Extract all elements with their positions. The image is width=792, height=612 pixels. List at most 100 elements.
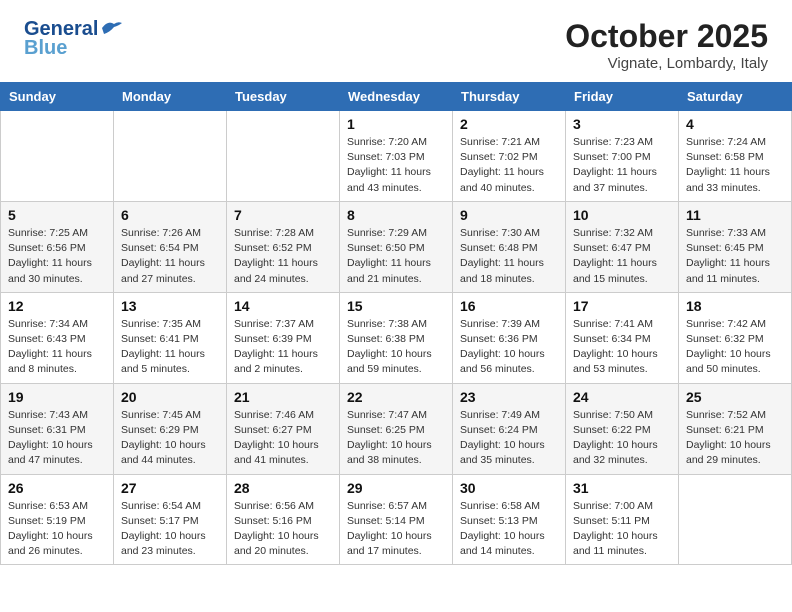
day-number: 28 xyxy=(234,480,332,496)
table-row xyxy=(1,111,114,202)
col-saturday: Saturday xyxy=(679,83,792,111)
cell-info: Sunrise: 7:52 AM Sunset: 6:21 PM Dayligh… xyxy=(686,408,784,469)
cell-info: Sunrise: 6:58 AM Sunset: 5:13 PM Dayligh… xyxy=(460,499,558,560)
day-number: 3 xyxy=(573,116,671,132)
day-number: 18 xyxy=(686,298,784,314)
cell-info: Sunrise: 7:33 AM Sunset: 6:45 PM Dayligh… xyxy=(686,226,784,287)
table-row: 2 Sunrise: 7:21 AM Sunset: 7:02 PM Dayli… xyxy=(453,111,566,202)
table-row: 12 Sunrise: 7:34 AM Sunset: 6:43 PM Dayl… xyxy=(1,292,114,383)
calendar-week-row: 5 Sunrise: 7:25 AM Sunset: 6:56 PM Dayli… xyxy=(1,201,792,292)
table-row: 25 Sunrise: 7:52 AM Sunset: 6:21 PM Dayl… xyxy=(679,383,792,474)
cell-info: Sunrise: 7:42 AM Sunset: 6:32 PM Dayligh… xyxy=(686,317,784,378)
table-row xyxy=(227,111,340,202)
day-number: 26 xyxy=(8,480,106,496)
table-row: 13 Sunrise: 7:35 AM Sunset: 6:41 PM Dayl… xyxy=(114,292,227,383)
cell-info: Sunrise: 7:21 AM Sunset: 7:02 PM Dayligh… xyxy=(460,135,558,196)
table-row: 15 Sunrise: 7:38 AM Sunset: 6:38 PM Dayl… xyxy=(340,292,453,383)
day-number: 25 xyxy=(686,389,784,405)
day-number: 14 xyxy=(234,298,332,314)
col-sunday: Sunday xyxy=(1,83,114,111)
logo-bird-icon xyxy=(100,20,122,36)
cell-info: Sunrise: 7:41 AM Sunset: 6:34 PM Dayligh… xyxy=(573,317,671,378)
calendar-week-row: 19 Sunrise: 7:43 AM Sunset: 6:31 PM Dayl… xyxy=(1,383,792,474)
cell-info: Sunrise: 6:56 AM Sunset: 5:16 PM Dayligh… xyxy=(234,499,332,560)
day-number: 1 xyxy=(347,116,445,132)
header-row: Sunday Monday Tuesday Wednesday Thursday… xyxy=(1,83,792,111)
cell-info: Sunrise: 7:37 AM Sunset: 6:39 PM Dayligh… xyxy=(234,317,332,378)
table-row: 9 Sunrise: 7:30 AM Sunset: 6:48 PM Dayli… xyxy=(453,201,566,292)
cell-info: Sunrise: 7:49 AM Sunset: 6:24 PM Dayligh… xyxy=(460,408,558,469)
col-thursday: Thursday xyxy=(453,83,566,111)
day-number: 19 xyxy=(8,389,106,405)
month-title: October 2025 xyxy=(565,18,768,55)
day-number: 22 xyxy=(347,389,445,405)
cell-info: Sunrise: 7:28 AM Sunset: 6:52 PM Dayligh… xyxy=(234,226,332,287)
cell-info: Sunrise: 7:23 AM Sunset: 7:00 PM Dayligh… xyxy=(573,135,671,196)
cell-info: Sunrise: 7:43 AM Sunset: 6:31 PM Dayligh… xyxy=(8,408,106,469)
title-block: October 2025 Vignate, Lombardy, Italy xyxy=(565,18,768,72)
cell-info: Sunrise: 7:38 AM Sunset: 6:38 PM Dayligh… xyxy=(347,317,445,378)
cell-info: Sunrise: 7:34 AM Sunset: 6:43 PM Dayligh… xyxy=(8,317,106,378)
day-number: 8 xyxy=(347,207,445,223)
cell-info: Sunrise: 6:53 AM Sunset: 5:19 PM Dayligh… xyxy=(8,499,106,560)
day-number: 15 xyxy=(347,298,445,314)
table-row: 3 Sunrise: 7:23 AM Sunset: 7:00 PM Dayli… xyxy=(566,111,679,202)
day-number: 23 xyxy=(460,389,558,405)
calendar-table: Sunday Monday Tuesday Wednesday Thursday… xyxy=(0,82,792,565)
table-row: 18 Sunrise: 7:42 AM Sunset: 6:32 PM Dayl… xyxy=(679,292,792,383)
col-friday: Friday xyxy=(566,83,679,111)
cell-info: Sunrise: 7:50 AM Sunset: 6:22 PM Dayligh… xyxy=(573,408,671,469)
table-row: 6 Sunrise: 7:26 AM Sunset: 6:54 PM Dayli… xyxy=(114,201,227,292)
table-row: 7 Sunrise: 7:28 AM Sunset: 6:52 PM Dayli… xyxy=(227,201,340,292)
table-row: 17 Sunrise: 7:41 AM Sunset: 6:34 PM Dayl… xyxy=(566,292,679,383)
col-monday: Monday xyxy=(114,83,227,111)
cell-info: Sunrise: 6:54 AM Sunset: 5:17 PM Dayligh… xyxy=(121,499,219,560)
cell-info: Sunrise: 6:57 AM Sunset: 5:14 PM Dayligh… xyxy=(347,499,445,560)
cell-info: Sunrise: 7:47 AM Sunset: 6:25 PM Dayligh… xyxy=(347,408,445,469)
table-row: 20 Sunrise: 7:45 AM Sunset: 6:29 PM Dayl… xyxy=(114,383,227,474)
table-row: 11 Sunrise: 7:33 AM Sunset: 6:45 PM Dayl… xyxy=(679,201,792,292)
table-row xyxy=(679,474,792,565)
day-number: 4 xyxy=(686,116,784,132)
calendar-week-row: 1 Sunrise: 7:20 AM Sunset: 7:03 PM Dayli… xyxy=(1,111,792,202)
logo-blue: Blue xyxy=(24,37,67,60)
cell-info: Sunrise: 7:24 AM Sunset: 6:58 PM Dayligh… xyxy=(686,135,784,196)
cell-info: Sunrise: 7:00 AM Sunset: 5:11 PM Dayligh… xyxy=(573,499,671,560)
table-row: 24 Sunrise: 7:50 AM Sunset: 6:22 PM Dayl… xyxy=(566,383,679,474)
day-number: 9 xyxy=(460,207,558,223)
calendar-header: Sunday Monday Tuesday Wednesday Thursday… xyxy=(1,83,792,111)
table-row: 14 Sunrise: 7:37 AM Sunset: 6:39 PM Dayl… xyxy=(227,292,340,383)
cell-info: Sunrise: 7:25 AM Sunset: 6:56 PM Dayligh… xyxy=(8,226,106,287)
day-number: 30 xyxy=(460,480,558,496)
day-number: 7 xyxy=(234,207,332,223)
cell-info: Sunrise: 7:46 AM Sunset: 6:27 PM Dayligh… xyxy=(234,408,332,469)
cell-info: Sunrise: 7:20 AM Sunset: 7:03 PM Dayligh… xyxy=(347,135,445,196)
table-row: 29 Sunrise: 6:57 AM Sunset: 5:14 PM Dayl… xyxy=(340,474,453,565)
table-row: 10 Sunrise: 7:32 AM Sunset: 6:47 PM Dayl… xyxy=(566,201,679,292)
cell-info: Sunrise: 7:35 AM Sunset: 6:41 PM Dayligh… xyxy=(121,317,219,378)
cell-info: Sunrise: 7:45 AM Sunset: 6:29 PM Dayligh… xyxy=(121,408,219,469)
cell-info: Sunrise: 7:32 AM Sunset: 6:47 PM Dayligh… xyxy=(573,226,671,287)
day-number: 12 xyxy=(8,298,106,314)
table-row: 31 Sunrise: 7:00 AM Sunset: 5:11 PM Dayl… xyxy=(566,474,679,565)
day-number: 5 xyxy=(8,207,106,223)
cell-info: Sunrise: 7:26 AM Sunset: 6:54 PM Dayligh… xyxy=(121,226,219,287)
day-number: 11 xyxy=(686,207,784,223)
col-tuesday: Tuesday xyxy=(227,83,340,111)
cell-info: Sunrise: 7:39 AM Sunset: 6:36 PM Dayligh… xyxy=(460,317,558,378)
table-row: 21 Sunrise: 7:46 AM Sunset: 6:27 PM Dayl… xyxy=(227,383,340,474)
day-number: 16 xyxy=(460,298,558,314)
day-number: 27 xyxy=(121,480,219,496)
col-wednesday: Wednesday xyxy=(340,83,453,111)
calendar-body: 1 Sunrise: 7:20 AM Sunset: 7:03 PM Dayli… xyxy=(1,111,792,565)
table-row: 8 Sunrise: 7:29 AM Sunset: 6:50 PM Dayli… xyxy=(340,201,453,292)
table-row: 28 Sunrise: 6:56 AM Sunset: 5:16 PM Dayl… xyxy=(227,474,340,565)
day-number: 29 xyxy=(347,480,445,496)
logo: General Blue xyxy=(24,18,122,60)
table-row: 5 Sunrise: 7:25 AM Sunset: 6:56 PM Dayli… xyxy=(1,201,114,292)
day-number: 24 xyxy=(573,389,671,405)
table-row: 30 Sunrise: 6:58 AM Sunset: 5:13 PM Dayl… xyxy=(453,474,566,565)
table-row: 22 Sunrise: 7:47 AM Sunset: 6:25 PM Dayl… xyxy=(340,383,453,474)
day-number: 2 xyxy=(460,116,558,132)
day-number: 31 xyxy=(573,480,671,496)
